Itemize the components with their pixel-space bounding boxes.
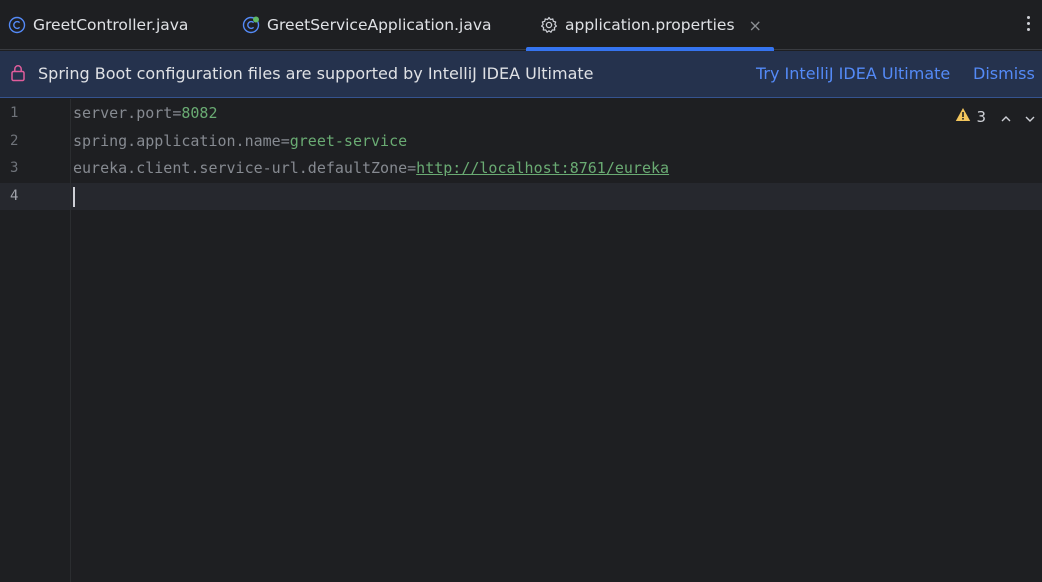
- line-number: 1: [10, 105, 19, 121]
- property-key: eureka.client.service-url.defaultZone: [73, 159, 408, 177]
- inspection-widget[interactable]: 3: [955, 107, 1036, 126]
- code-editor[interactable]: 1 server.port=8082 2 spring.application.…: [0, 99, 1042, 582]
- line-number: 4: [10, 188, 19, 204]
- code-line[interactable]: 2 spring.application.name=greet-service: [0, 128, 1042, 155]
- tab-label: GreetServiceApplication.java: [267, 16, 492, 34]
- property-value: greet-service: [289, 132, 408, 150]
- tab-greet-controller[interactable]: GreetController.java: [8, 0, 188, 50]
- warning-icon: [955, 107, 971, 126]
- property-key: server.port: [73, 104, 173, 122]
- code-line[interactable]: 3 eureka.client.service-url.defaultZone=…: [0, 155, 1042, 182]
- close-icon[interactable]: ×: [749, 16, 762, 35]
- property-value: 8082: [181, 104, 218, 122]
- code-line-current[interactable]: 4: [0, 183, 1042, 210]
- ultimate-notification-banner: Spring Boot configuration files are supp…: [0, 51, 1042, 98]
- try-ultimate-link[interactable]: Try IntelliJ IDEA Ultimate: [756, 51, 950, 97]
- chevron-down-icon[interactable]: [1024, 111, 1036, 123]
- tab-label: GreetController.java: [33, 16, 189, 34]
- dismiss-link[interactable]: Dismiss: [973, 51, 1035, 97]
- gear-icon: [540, 16, 558, 34]
- spring-boot-class-icon: [242, 16, 260, 34]
- property-key: spring.application.name: [73, 132, 281, 150]
- property-separator: =: [407, 159, 417, 177]
- warnings-count: 3: [976, 107, 986, 126]
- property-separator: =: [280, 132, 290, 150]
- tab-greet-service-application[interactable]: GreetServiceApplication.java: [242, 0, 492, 50]
- more-options-icon[interactable]: [1024, 14, 1032, 34]
- editor-tab-bar: GreetController.java GreetServiceApplica…: [0, 0, 1042, 51]
- tab-application-properties[interactable]: application.properties ×: [526, 0, 774, 51]
- line-number: 2: [10, 133, 19, 149]
- chevron-up-icon[interactable]: [1000, 111, 1012, 123]
- class-icon: [8, 16, 26, 34]
- line-number: 3: [10, 160, 19, 176]
- banner-message: Spring Boot configuration files are supp…: [38, 64, 594, 83]
- lock-icon: [10, 64, 26, 86]
- code-line[interactable]: 1 server.port=8082: [0, 100, 1042, 127]
- text-caret: [73, 187, 75, 207]
- tab-label: application.properties: [565, 16, 735, 34]
- property-url-value[interactable]: http://localhost:8761/eureka: [416, 159, 669, 177]
